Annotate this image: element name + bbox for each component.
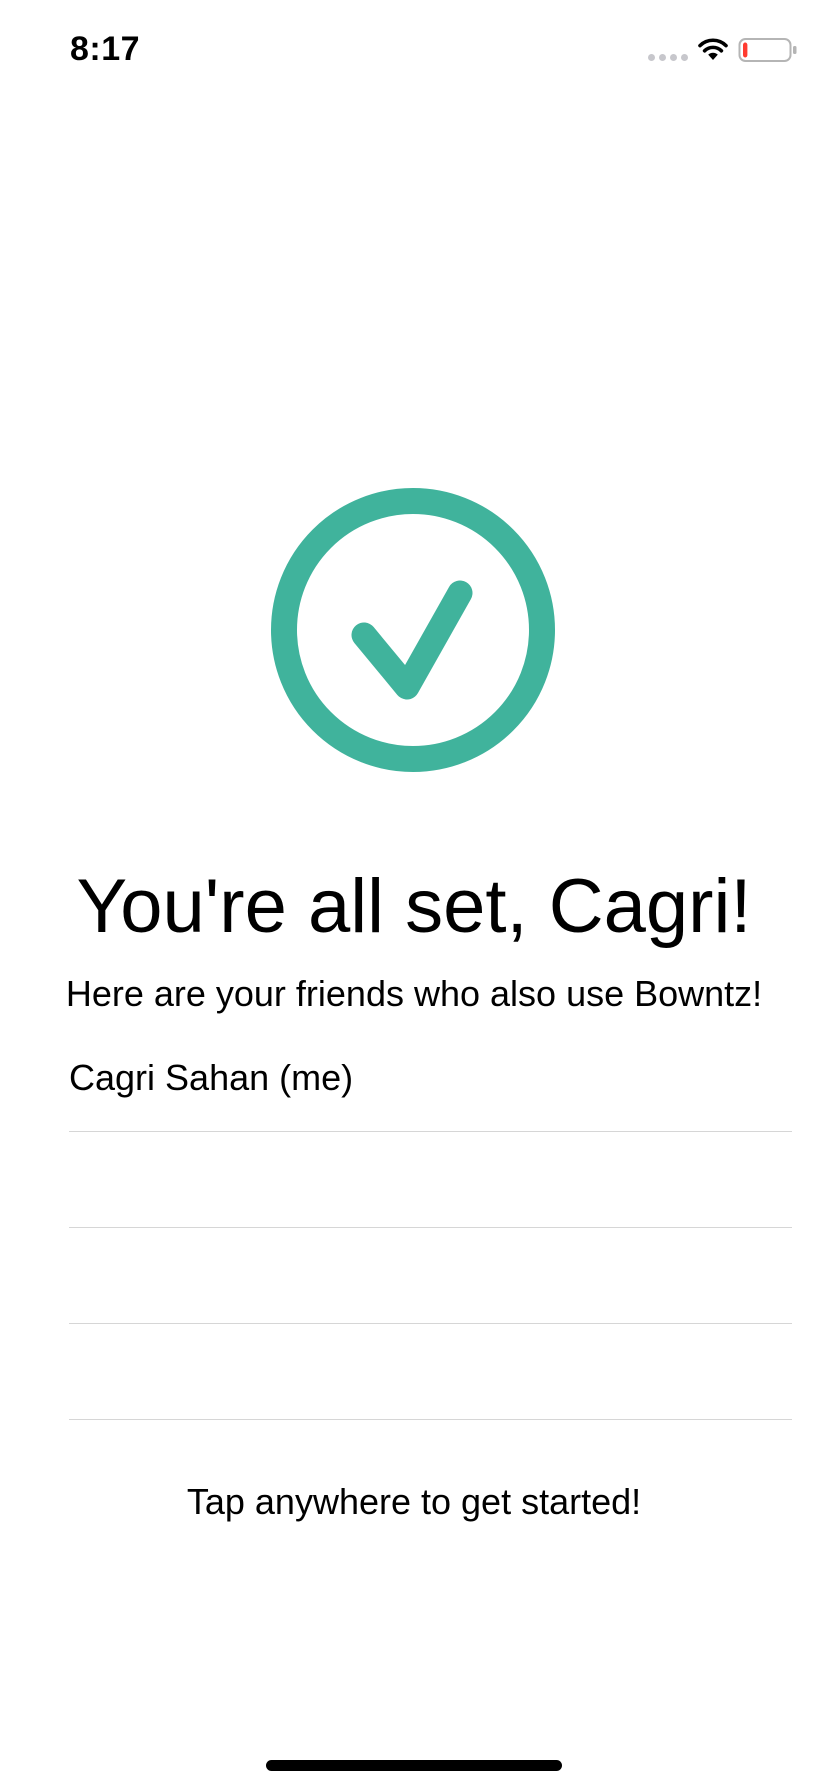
status-time: 8:17 bbox=[70, 30, 141, 68]
page-subtitle: Here are your friends who also use Bownt… bbox=[65, 973, 763, 1014]
battery-low-icon bbox=[738, 38, 797, 62]
friend-name: Cagri Sahan (me) bbox=[69, 1057, 354, 1098]
friends-list: Cagri Sahan (me) bbox=[69, 1036, 792, 1420]
home-indicator[interactable] bbox=[266, 1760, 562, 1771]
get-started-prompt[interactable]: Tap anywhere to get started! bbox=[0, 1480, 828, 1524]
checkmark-circle-icon bbox=[271, 488, 555, 772]
friend-row[interactable] bbox=[69, 1228, 792, 1324]
cellular-dots-icon bbox=[648, 54, 688, 61]
status-bar: 8:17 bbox=[0, 0, 828, 100]
friend-row[interactable] bbox=[69, 1324, 792, 1420]
page-title: You're all set, Cagri! bbox=[76, 864, 752, 949]
wifi-icon bbox=[698, 38, 728, 60]
friend-row[interactable] bbox=[69, 1132, 792, 1228]
friend-row[interactable]: Cagri Sahan (me) bbox=[69, 1036, 792, 1132]
